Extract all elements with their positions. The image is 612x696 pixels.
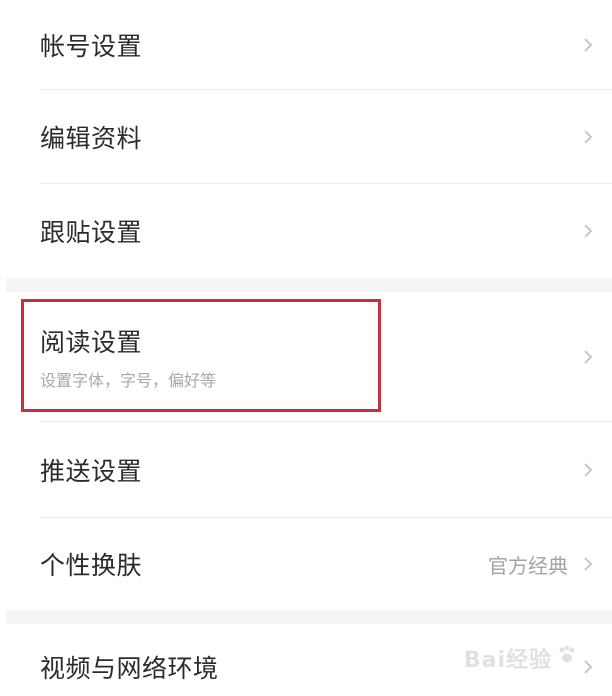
reading-settings-label: 阅读设置 [40,328,143,357]
skin-current-value: 官方经典 [488,553,568,578]
chevron-right-icon [578,221,598,241]
settings-group-account: 帐号设置 编辑资料 跟贴设置 [0,0,612,278]
skin-settings-label: 个性换肤 [40,551,143,580]
chevron-right-icon [578,460,598,480]
account-settings-label: 帐号设置 [40,32,143,61]
account-settings-row[interactable]: 帐号设置 [0,0,612,90]
chevron-right-icon [578,35,598,55]
chevron-right-icon [578,554,598,574]
chevron-right-icon [578,657,598,677]
push-settings-row[interactable]: 推送设置 [0,422,612,518]
settings-group-reading: 阅读设置 设置字体，字号，偏好等 推送设置 个性换肤 官方经典 [0,292,612,610]
edit-profile-label: 编辑资料 [40,124,143,153]
section-divider [6,610,612,624]
watermark: Bai经验 [464,642,578,674]
edit-profile-row[interactable]: 编辑资料 [0,90,612,184]
reading-settings-subtitle: 设置字体，字号，偏好等 [40,371,217,390]
push-settings-label: 推送设置 [40,457,143,486]
settings-page: 帐号设置 编辑资料 跟贴设置 阅读设置 设置字体，字号，偏好等 推送设置 个性换… [0,0,612,696]
comment-settings-label: 跟贴设置 [40,218,143,247]
comment-settings-row[interactable]: 跟贴设置 [0,184,612,278]
chevron-right-icon [578,127,598,147]
section-divider [6,278,612,292]
reading-settings-row[interactable]: 阅读设置 设置字体，字号，偏好等 [0,292,612,422]
skin-settings-row[interactable]: 个性换肤 官方经典 [0,518,612,610]
chevron-right-icon [578,347,598,367]
paw-icon [556,644,578,672]
watermark-text: Bai经验 [463,648,552,673]
